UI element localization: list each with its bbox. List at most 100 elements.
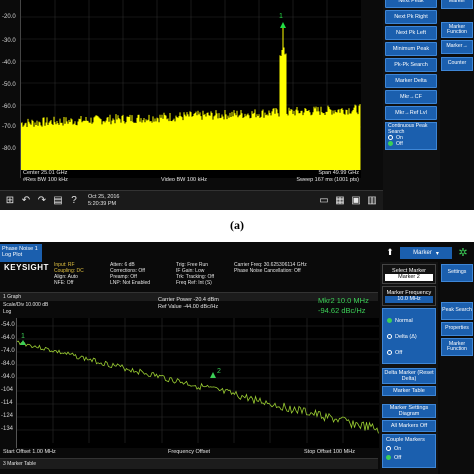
- windows-start-icon[interactable]: ⊞: [4, 194, 16, 206]
- file-icon[interactable]: ▤: [52, 194, 64, 206]
- caption-a-area: (a): [0, 210, 474, 238]
- phase-noise-tab[interactable]: Phase Noise 1 Log Plot: [0, 244, 42, 262]
- y-axis-label: -134: [1, 426, 14, 432]
- all-markers-off-button[interactable]: All Markers Off: [382, 420, 436, 432]
- marker-menu-button[interactable]: Marker ▾: [400, 247, 452, 259]
- marker-mode-group[interactable]: Normal Delta (Δ) Off: [382, 308, 436, 364]
- y-axis-label: -60.0: [2, 104, 16, 110]
- continuous-peak-search-toggle[interactable]: Continuous Peak Search On Off: [385, 122, 437, 150]
- monitor-icon[interactable]: ▣: [350, 194, 362, 206]
- pk-pk-search-button[interactable]: Pk-Pk Search: [385, 58, 437, 72]
- off-label: Off: [394, 455, 402, 461]
- couple-off-option[interactable]: Off: [386, 454, 432, 463]
- tab-subtitle: Log Plot: [2, 252, 23, 258]
- continuous-peak-title: Continuous Peak Search: [388, 123, 428, 135]
- marker-value: -94.62 dBc/Hz: [318, 306, 366, 315]
- marker-delta-button[interactable]: Marker Delta: [385, 74, 437, 88]
- softkey-panel-a: Next Peak Next Pk Right Next Pk Left Min…: [383, 0, 440, 210]
- on-label: On: [394, 446, 402, 452]
- minimum-peak-button[interactable]: Minimum Peak: [385, 42, 437, 56]
- y-axis-label: -84.0: [1, 361, 15, 367]
- couple-markers-toggle[interactable]: Couple Markers On Off: [382, 434, 436, 468]
- marker-frequency-control[interactable]: Marker Frequency 10.0 MHz: [382, 286, 436, 306]
- header-col-4: Carrier Freq: 30.625306114 GHz Phase Noi…: [234, 262, 307, 274]
- radio-icon: [387, 350, 392, 356]
- marker-table-label: 3 Marker Table: [3, 461, 36, 467]
- tab-marker-function-b[interactable]: Marker Function: [441, 338, 473, 356]
- header-col-1: Input: RF Coupling: DC Align: Auto NFE: …: [54, 262, 84, 286]
- y-axis-label: -70.0: [2, 124, 16, 130]
- marker-2-b[interactable]: 2: [210, 368, 221, 378]
- marker-1-a[interactable]: 1: [279, 13, 286, 28]
- softkey-panel-b: Select Marker Marker 2 Marker Frequency …: [380, 262, 438, 474]
- display-icon[interactable]: ▥: [366, 194, 378, 206]
- tab-marker-function[interactable]: Marker Function: [441, 22, 473, 38]
- next-pk-left-button[interactable]: Next Pk Left: [385, 26, 437, 40]
- start-offset: Start Offset 1.00 MHz: [3, 449, 56, 455]
- couple-markers-title: Couple Markers: [386, 437, 425, 443]
- y-axis-label: -104: [1, 387, 14, 393]
- redo-icon[interactable]: ↷: [36, 194, 48, 206]
- tab-marker-to[interactable]: Marker→: [441, 40, 473, 54]
- grid-icon[interactable]: ▦: [334, 194, 346, 206]
- tab-counter[interactable]: Counter: [441, 57, 473, 71]
- header-col-3: Trig: Free Run IF Gain: Low Trk: Trackin…: [176, 262, 214, 286]
- couple-on-option[interactable]: On: [386, 445, 432, 454]
- marker-number: 1: [279, 13, 283, 20]
- undo-icon[interactable]: ↶: [20, 194, 32, 206]
- y-axis-label: -114: [1, 400, 13, 406]
- radio-selected-icon: [388, 141, 393, 147]
- freq-ref-info: Freq Ref: Int (S): [176, 280, 212, 286]
- log-label: Log: [3, 309, 12, 315]
- mode-label: Delta (Δ): [395, 334, 417, 340]
- tab-marker[interactable]: Marker: [441, 0, 473, 9]
- scale-per-div: Scale/Div 10.000 dB: [3, 302, 49, 308]
- mode-delta-option[interactable]: Delta (Δ): [387, 329, 431, 345]
- next-pk-right-button[interactable]: Next Pk Right: [385, 10, 437, 24]
- center-frequency: Center 25.01 GHz: [23, 170, 68, 176]
- spectrum-plot-a[interactable]: 1 Center 25.01 GHz #Res BW 100 kHz Video…: [20, 0, 361, 183]
- select-marker-value: Marker 2: [385, 273, 433, 281]
- brand-logo: KEYSIGHT: [4, 263, 49, 272]
- sweep-time: Sweep 167 ms (1001 pts): [296, 177, 359, 183]
- time: 5:20:39 PM: [88, 201, 117, 207]
- tab-peak-search[interactable]: Peak Search: [441, 302, 473, 320]
- nfe-info: NFE: Off: [54, 280, 74, 286]
- caption-a: (a): [230, 218, 244, 232]
- window-icon[interactable]: ▭: [318, 194, 330, 206]
- spectrum-trace-a: [21, 28, 361, 170]
- marker-table-button[interactable]: Marker Table: [382, 386, 436, 396]
- mode-normal-option[interactable]: Normal: [387, 313, 431, 329]
- carrier-power: Carrier Power -20.4 dBm: [158, 297, 219, 303]
- y-axis-label: -40.0: [2, 60, 16, 66]
- mkr-to-cf-button[interactable]: Mkr→CF: [385, 90, 437, 104]
- marker-frequency-value: 10.0 MHz: [385, 295, 433, 303]
- marker-readout: Mkr2 10.0 MHz: [318, 296, 369, 305]
- off-option[interactable]: Off: [388, 141, 434, 147]
- y-axis-label: -80.0: [2, 146, 16, 152]
- mode-off-option[interactable]: Off: [387, 345, 431, 361]
- tab-properties[interactable]: Properties: [441, 322, 473, 336]
- y-axis-label: -94.0: [1, 374, 15, 380]
- delta-marker-button[interactable]: Delta Marker (Reset Delta): [382, 368, 436, 384]
- marker-table-bar[interactable]: 3 Marker Table: [0, 458, 378, 469]
- marker-settings-diagram-button[interactable]: Marker Settings Diagram: [382, 404, 436, 418]
- side-tabs-a: Marker Marker Function Marker→ Counter: [440, 0, 474, 210]
- header-col-2: Atten: 6 dB Corrections: Off Preamp: Off…: [110, 262, 150, 286]
- next-peak-button[interactable]: Next Peak: [385, 0, 437, 8]
- y-axis-label: -54.0: [1, 322, 15, 328]
- mkr-to-ref-lvl-button[interactable]: Mkr→Ref Lvl: [385, 106, 437, 120]
- y-axis-label: -50.0: [2, 82, 16, 88]
- help-icon[interactable]: ?: [68, 194, 80, 206]
- side-tabs-b: Settings Peak Search Properties Marker F…: [440, 262, 474, 474]
- radio-icon: [388, 135, 393, 141]
- y-axis-label: -64.0: [1, 335, 15, 341]
- phase-noise-plot[interactable]: 1 2: [16, 318, 379, 448]
- y-axis-label: -20.0: [2, 14, 16, 20]
- resolution-bandwidth: #Res BW 100 kHz: [23, 177, 68, 183]
- tab-settings[interactable]: Settings: [441, 264, 473, 282]
- up-arrow-icon[interactable]: ⬆: [383, 247, 397, 259]
- settings-gear-icon[interactable]: ✲: [456, 246, 470, 260]
- select-marker-control[interactable]: Select Marker Marker 2: [382, 264, 436, 284]
- radio-selected-icon: [387, 318, 392, 324]
